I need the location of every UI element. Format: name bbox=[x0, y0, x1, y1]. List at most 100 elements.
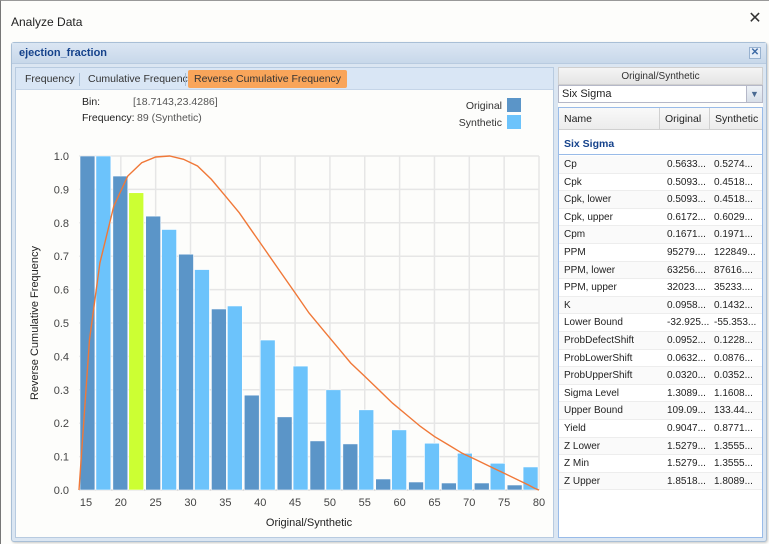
bar-original[interactable] bbox=[309, 440, 326, 491]
y-tick-label: 0.6 bbox=[54, 285, 69, 297]
bar-synthetic[interactable] bbox=[358, 409, 375, 491]
table-row[interactable]: Z Min 1.5279... 1.3555... bbox=[559, 455, 762, 473]
x-tick-label: 55 bbox=[359, 497, 371, 509]
bar-synthetic[interactable] bbox=[194, 269, 210, 491]
bar-original[interactable] bbox=[112, 175, 129, 491]
table-row[interactable]: Lower Bound -32.925... -55.353... bbox=[559, 314, 762, 332]
bar-synthetic[interactable] bbox=[391, 429, 407, 491]
legend-swatch-original bbox=[507, 98, 521, 112]
table-row[interactable]: PPM 95279.... 122849... bbox=[559, 244, 762, 262]
stat-synthetic-value: 0.1971... bbox=[714, 229, 753, 241]
panel-header: ejection_fraction ✕ bbox=[12, 43, 766, 64]
stat-synthetic-value: 0.0876... bbox=[714, 352, 753, 364]
x-tick-label: 25 bbox=[150, 497, 162, 509]
bar-synthetic[interactable] bbox=[292, 365, 309, 491]
stats-grid: Name Original Synthetic Six Sigma Cp 0.56… bbox=[558, 107, 763, 538]
table-row[interactable]: PPM, lower 63256.... 87616.... bbox=[559, 261, 762, 280]
bar-synthetic[interactable] bbox=[259, 339, 276, 491]
bar-synthetic[interactable] bbox=[325, 389, 342, 491]
table-row[interactable]: K 0.0958... 0.1432... bbox=[559, 296, 762, 315]
stat-original-value: 95279.... bbox=[667, 246, 706, 258]
stat-name: PPM, lower bbox=[564, 264, 616, 276]
statistic-group-select[interactable]: Six Sigma ▼ bbox=[558, 85, 763, 103]
bar-synthetic[interactable] bbox=[95, 155, 112, 491]
table-row[interactable]: Cpk, lower 0.5093... 0.4518... bbox=[559, 191, 762, 209]
stat-synthetic-value: -55.353... bbox=[714, 317, 757, 329]
x-tick-label: 35 bbox=[219, 497, 231, 509]
bar-original[interactable] bbox=[276, 416, 293, 491]
table-row[interactable]: Upper Bound 109.09... 133.44... bbox=[559, 402, 762, 420]
stat-original-value: 0.9047... bbox=[667, 422, 706, 434]
stat-synthetic-value: 0.1228... bbox=[714, 334, 753, 346]
stat-name: Z Upper bbox=[564, 475, 601, 487]
group-row[interactable]: Six Sigma bbox=[559, 130, 762, 155]
y-tick-label: 0.7 bbox=[54, 251, 69, 263]
chevron-down-icon[interactable]: ▼ bbox=[746, 86, 762, 102]
column-header-name[interactable]: Name bbox=[559, 108, 660, 130]
stats-pane: Original/Synthetic Six Sigma ▼ Name Orig… bbox=[558, 67, 763, 538]
x-tick-label: 70 bbox=[463, 497, 475, 509]
column-header-synthetic[interactable]: Synthetic bbox=[710, 108, 762, 130]
table-row[interactable]: Cpm 0.1671... 0.1971... bbox=[559, 226, 762, 244]
stat-synthetic-value: 1.3555... bbox=[714, 458, 753, 470]
stat-original-value: 0.0958... bbox=[667, 299, 706, 311]
reverse-cumulative-frequency-chart[interactable]: 0.0 0.1 0.2 0.3 0.4 0.5 0.6 0.7 0.8 0.9 1.0 15 20 25 3… bbox=[16, 68, 555, 539]
table-row[interactable]: Sigma Level 1.3089... 1.1608... bbox=[559, 385, 762, 403]
table-row[interactable]: Z Upper 1.8518... 1.8089... bbox=[559, 472, 762, 491]
stat-original-value: 1.5279... bbox=[667, 440, 706, 452]
stat-synthetic-value: 0.4518... bbox=[714, 176, 753, 188]
stat-name: Cpk bbox=[564, 176, 582, 188]
table-row[interactable]: PPM, upper 32023.... 35233.... bbox=[559, 279, 762, 297]
stat-name: Cpm bbox=[564, 229, 586, 241]
stat-original-value: 63256.... bbox=[667, 264, 706, 276]
table-row[interactable]: Cpk 0.5093... 0.4518... bbox=[559, 174, 762, 192]
stat-synthetic-value: 0.1432... bbox=[714, 299, 753, 311]
bar-synthetic-highlighted[interactable] bbox=[128, 192, 145, 491]
bar-original[interactable] bbox=[375, 478, 391, 491]
stat-name: PPM, upper bbox=[564, 282, 617, 294]
stat-name: Z Min bbox=[564, 458, 589, 470]
bar-synthetic[interactable] bbox=[161, 229, 177, 491]
bar-original[interactable] bbox=[441, 482, 457, 491]
x-tick-label: 80 bbox=[533, 497, 545, 509]
stat-name: Lower Bound bbox=[564, 317, 623, 329]
stat-original-value: 1.8518... bbox=[667, 475, 706, 487]
table-row[interactable]: ProbDefectShift 0.0952... 0.1228... bbox=[559, 331, 762, 350]
bar-synthetic[interactable] bbox=[457, 452, 473, 491]
y-tick-label: 0.9 bbox=[54, 184, 69, 196]
bar-synthetic[interactable] bbox=[424, 442, 440, 491]
bar-original[interactable] bbox=[342, 443, 359, 491]
x-tick-label: 75 bbox=[498, 497, 510, 509]
bar-original[interactable] bbox=[506, 484, 523, 491]
stat-synthetic-value: 0.8771... bbox=[714, 422, 753, 434]
group-label: Six Sigma bbox=[564, 138, 615, 150]
x-tick-label: 40 bbox=[254, 497, 266, 509]
bar-original[interactable] bbox=[408, 481, 424, 491]
table-row[interactable]: Cpk, upper 0.6172... 0.6029... bbox=[559, 209, 762, 227]
stat-name: Cpk, lower bbox=[564, 194, 612, 206]
table-row[interactable]: ProbUpperShift 0.0320... 0.0352... bbox=[559, 367, 762, 385]
bar-synthetic[interactable] bbox=[227, 305, 243, 491]
stat-name: ProbLowerShift bbox=[564, 352, 633, 364]
y-tick-label: 0.5 bbox=[54, 318, 69, 330]
table-row[interactable]: ProbLowerShift 0.0632... 0.0876... bbox=[559, 350, 762, 368]
stat-original-value: 0.1671... bbox=[667, 229, 706, 241]
close-icon[interactable]: ✕ bbox=[749, 47, 761, 59]
bar-original[interactable] bbox=[145, 215, 161, 491]
x-tick-label: 30 bbox=[184, 497, 196, 509]
bar-original[interactable] bbox=[178, 253, 194, 491]
stat-original-value: 1.5279... bbox=[667, 458, 706, 470]
stat-name: Yield bbox=[564, 422, 586, 434]
bar-original[interactable] bbox=[473, 482, 490, 491]
table-row[interactable]: Cp 0.5633... 0.5274... bbox=[559, 156, 762, 174]
x-tick-label: 60 bbox=[393, 497, 405, 509]
bar-original[interactable] bbox=[243, 394, 260, 491]
stat-original-value: 0.5093... bbox=[667, 194, 706, 206]
table-row[interactable]: Yield 0.9047... 0.8771... bbox=[559, 420, 762, 438]
table-row[interactable]: Z Lower 1.5279... 1.3555... bbox=[559, 437, 762, 456]
stat-original-value: 0.5093... bbox=[667, 176, 706, 188]
statistic-group-value: Six Sigma bbox=[562, 88, 612, 100]
column-header-original[interactable]: Original bbox=[660, 108, 710, 130]
bar-original[interactable] bbox=[211, 308, 227, 491]
close-icon[interactable]: ✕ bbox=[747, 11, 763, 27]
